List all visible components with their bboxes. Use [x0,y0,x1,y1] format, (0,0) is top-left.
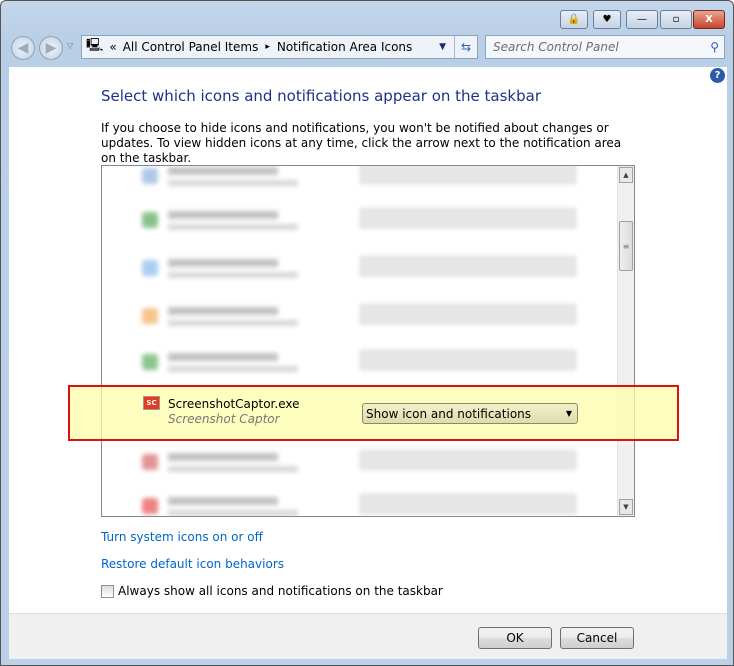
breadcrumb-notification-area-icons[interactable]: Notification Area Icons [277,40,412,54]
behavior-select[interactable] [360,494,576,514]
blurred-text [168,510,298,516]
list-item-blurred [102,302,618,346]
footer: OK Cancel [9,613,727,659]
always-show-checkbox[interactable] [101,584,114,598]
behavior-select[interactable] [360,350,576,370]
always-show-checkbox-row[interactable]: Always show all icons and notifications … [101,584,443,598]
address-bar[interactable]: 🖳 « All Control Panel Items ▸ Notificati… [81,35,478,59]
highlighted-list-item: SC ScreenshotCaptor.exe Screenshot Capto… [68,385,679,441]
blurred-text [168,272,298,278]
blurred-text [168,259,278,267]
notification-icons-list: ▲ ≡ ▼ [101,165,635,517]
maximize-button[interactable]: ▫ [660,10,692,29]
list-item-blurred [102,254,618,298]
scrollbar[interactable]: ▲ ≡ ▼ [617,166,634,516]
blurred-text [168,320,298,326]
app-icon [142,260,158,276]
window: 🔒 ♥ — ▫ X ◀ ▶ ▽ 🖳 « All Control Panel It… [0,0,734,666]
help-icon[interactable]: ? [710,68,725,83]
app-icon [142,354,158,370]
behavior-select[interactable] [360,166,576,184]
refresh-icon[interactable]: ⇆ [454,36,477,58]
restore-defaults-link[interactable]: Restore default icon behaviors [101,557,284,571]
app-icon [142,212,158,228]
address-dropdown-icon[interactable]: ▼ [439,42,446,52]
turn-system-icons-link[interactable]: Turn system icons on or off [101,530,263,544]
page-title: Select which icons and notifications app… [101,87,541,105]
recent-pages-dropdown-icon[interactable]: ▽ [67,41,73,50]
sticky-note-icon[interactable]: 🔒 [560,10,588,29]
close-button[interactable]: X [693,10,725,29]
breadcrumb-separator[interactable]: ▸ [265,42,270,52]
blurred-text [168,211,278,219]
chevron-down-icon: ▼ [565,409,572,418]
app-icon [142,498,158,514]
content-area: ? Select which icons and notifications a… [9,67,727,613]
screenshot-captor-icon: SC [143,396,160,410]
behavior-value: Show icon and notifications [366,406,532,421]
favorite-folder-icon[interactable]: ♥ [593,10,621,29]
always-show-label[interactable]: Always show all icons and notifications … [118,584,443,598]
back-button[interactable]: ◀ [11,36,35,60]
scroll-down-button[interactable]: ▼ [619,499,633,515]
forward-button[interactable]: ▶ [39,36,63,60]
page-description: If you choose to hide icons and notifica… [101,121,622,165]
list-item-blurred [102,448,618,492]
behavior-select[interactable] [360,450,576,470]
computer-icon: 🖳 [86,38,104,53]
overflow-chevron[interactable]: « [109,40,116,54]
blurred-text [168,497,278,505]
search-input[interactable]: Search Control Panel ⚲ [485,35,725,59]
app-publisher: Screenshot Captor [168,412,280,426]
blurred-text [168,466,298,472]
blurred-text [168,453,278,461]
blurred-text [168,224,298,230]
breadcrumb-all-control-panel-items[interactable]: All Control Panel Items [123,40,259,54]
behavior-select[interactable] [360,208,576,228]
app-icon [142,308,158,324]
list-item-blurred [102,166,618,206]
blurred-text [168,353,278,361]
blurred-text [168,167,278,175]
list-item-blurred [102,206,618,250]
app-icon [142,454,158,470]
app-icon [142,168,158,184]
cancel-button[interactable]: Cancel [560,627,634,649]
blurred-text [168,366,298,372]
ok-button[interactable]: OK [478,627,552,649]
list-item-blurred [102,492,618,516]
behavior-select[interactable] [360,304,576,324]
blurred-text [168,180,298,186]
blurred-text [168,307,278,315]
behavior-select[interactable]: Show icon and notifications ▼ [362,403,578,424]
scroll-up-button[interactable]: ▲ [619,167,633,183]
search-icon[interactable]: ⚲ [710,40,719,54]
behavior-select[interactable] [360,256,576,276]
minimize-button[interactable]: — [626,10,658,29]
app-name: ScreenshotCaptor.exe [168,397,300,411]
search-placeholder: Search Control Panel [493,40,619,54]
scroll-thumb[interactable]: ≡ [619,221,633,271]
